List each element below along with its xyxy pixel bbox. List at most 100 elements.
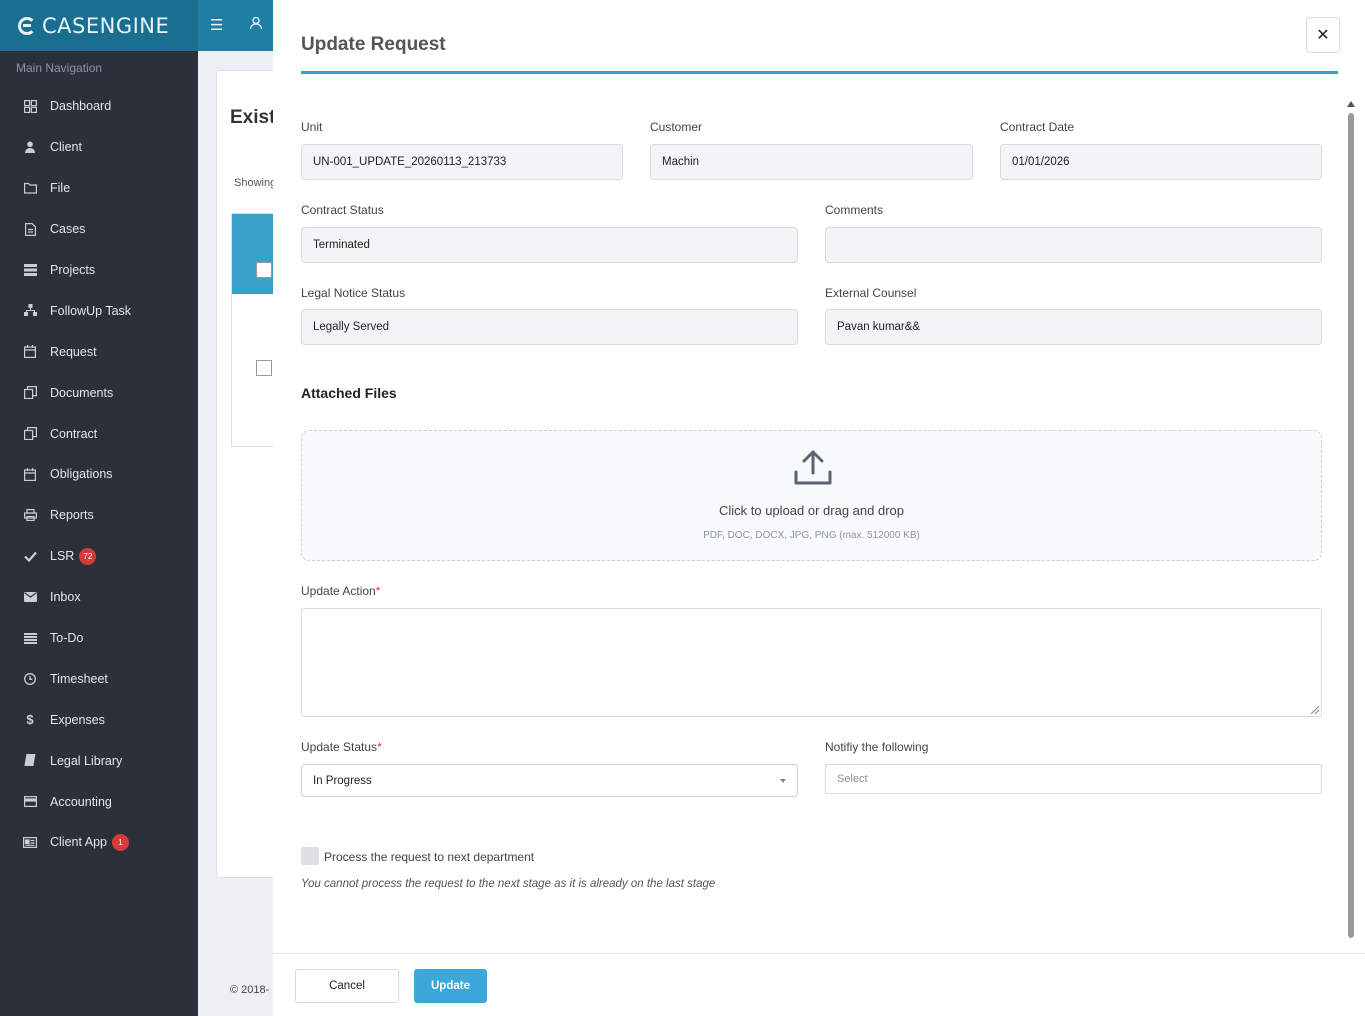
sidebar-item-label: File — [50, 181, 71, 196]
logo-text: CASENGINE — [42, 13, 170, 38]
scroll-up-arrow-icon[interactable] — [1347, 101, 1355, 107]
sitemap-icon — [23, 304, 37, 318]
external-counsel-field[interactable]: Pavan kumar&& — [825, 309, 1322, 345]
footer-copyright: © 2018- — [230, 984, 270, 996]
sidebar-item-label: Accounting — [50, 794, 112, 809]
legal-notice-status-field[interactable]: Legally Served — [301, 309, 798, 345]
process-next-label[interactable]: Process the request to next department — [324, 850, 534, 864]
count-badge: 1 — [111, 833, 129, 851]
document-icon — [23, 222, 37, 236]
sidebar-item-label: Legal Library — [50, 753, 123, 768]
sidebar-item-contract[interactable]: Contract — [0, 413, 198, 454]
credit-card-icon — [23, 795, 37, 809]
user-icon — [23, 140, 37, 154]
sidebar-item-label: FollowUp Task — [50, 303, 132, 318]
file-dropzone[interactable]: Click to upload or drag and drop PDF, DO… — [301, 430, 1322, 561]
sidebar-item-label: Request — [50, 344, 97, 359]
sidebar-item-label: Expenses — [50, 712, 105, 727]
sidebar-item-obligations[interactable]: Obligations — [0, 454, 198, 495]
notify-placeholder: Select — [837, 773, 868, 785]
update-status-value: In Progress — [313, 774, 372, 787]
comments-label: Comments — [825, 203, 884, 217]
notify-select[interactable]: Select — [825, 764, 1322, 794]
select-all-checkbox[interactable] — [256, 262, 272, 278]
row-checkbox[interactable] — [256, 360, 272, 376]
hamburger-menu-icon[interactable]: ☰ — [210, 16, 223, 34]
update-action-label: Update Action* — [301, 584, 381, 598]
upload-icon — [794, 450, 832, 485]
customer-field[interactable]: Machin — [650, 144, 973, 180]
dashboard-icon — [23, 99, 37, 113]
sidebar-item-file[interactable]: File — [0, 168, 198, 209]
sidebar-item-timesheet[interactable]: Timesheet — [0, 658, 198, 699]
customer-label: Customer — [650, 120, 703, 134]
sidebar-item-label: Inbox — [50, 590, 81, 605]
count-badge: 72 — [79, 547, 97, 565]
sidebar-item-label: Documents — [50, 385, 114, 400]
sidebar-item-reports[interactable]: Reports — [0, 495, 198, 536]
last-stage-note: You cannot process the request to the ne… — [301, 878, 716, 890]
sidebar-item-cases[interactable]: Cases — [0, 209, 198, 250]
page-title: Exist — [230, 107, 276, 128]
cancel-button[interactable]: Cancel — [295, 969, 399, 1003]
sidebar-item-label: Client App — [50, 835, 107, 850]
sidebar-item-accounting[interactable]: Accounting — [0, 781, 198, 822]
update-status-label: Update Status* — [301, 740, 382, 754]
legal-notice-status-label: Legal Notice Status — [301, 286, 406, 300]
contract-date-field[interactable]: 01/01/2026 — [1000, 144, 1322, 180]
contract-status-field[interactable]: Terminated — [301, 227, 798, 263]
sidebar-item-client-app[interactable]: Client App 1 — [0, 822, 198, 863]
close-button[interactable]: ✕ — [1306, 17, 1340, 53]
close-icon: ✕ — [1316, 27, 1330, 44]
unit-field[interactable]: UN-001_UPDATE_20260113_213733 — [301, 144, 623, 180]
sidebar-item-client[interactable]: Client — [0, 127, 198, 168]
sidebar-item-request[interactable]: Request — [0, 331, 198, 372]
update-action-textarea[interactable] — [301, 608, 1322, 717]
sidebar: Main Navigation Dashboard Client File Cases… — [0, 51, 198, 1016]
app-logo[interactable]: CASENGINE — [0, 0, 198, 51]
logo-icon — [18, 16, 36, 35]
check-icon — [23, 549, 37, 563]
sidebar-item-followup-task[interactable]: FollowUp Task — [0, 290, 198, 331]
sidebar-item-to-do[interactable]: To-Do — [0, 618, 198, 659]
sidebar-item-label: LSR — [50, 549, 75, 564]
required-marker: * — [375, 584, 381, 598]
update-button[interactable]: Update — [414, 969, 487, 1003]
sidebar-item-label: Reports — [50, 508, 94, 523]
attached-files-title: Attached Files — [301, 385, 397, 401]
external-counsel-label: External Counsel — [825, 286, 917, 300]
unit-label: Unit — [301, 120, 323, 134]
title-divider — [301, 71, 1338, 74]
list-icon — [23, 631, 37, 645]
book-icon — [23, 754, 37, 768]
comments-field[interactable] — [825, 227, 1322, 263]
sidebar-item-legal-library[interactable]: Legal Library — [0, 740, 198, 781]
user-icon[interactable] — [249, 16, 263, 34]
nav-list: Dashboard Client File Cases Projects FollowUp… — [0, 86, 198, 863]
sidebar-item-expenses[interactable]: $ Expenses — [0, 699, 198, 740]
required-marker: * — [377, 740, 382, 754]
sidebar-item-label: Cases — [50, 222, 86, 237]
dropzone-file-types: PDF, DOC, DOCX, JPG, PNG (max. 512000 KB… — [703, 530, 920, 541]
sidebar-item-documents[interactable]: Documents — [0, 372, 198, 413]
process-next-checkbox[interactable] — [301, 847, 319, 865]
sidebar-item-label: Timesheet — [50, 671, 108, 686]
sidebar-item-dashboard[interactable]: Dashboard — [0, 86, 198, 127]
sidebar-item-projects[interactable]: Projects — [0, 250, 198, 291]
dollar-icon: $ — [26, 712, 34, 728]
calendar-icon — [23, 345, 37, 359]
sidebar-item-inbox[interactable]: Inbox — [0, 577, 198, 618]
modal-footer: Cancel Update — [273, 953, 1365, 1016]
chevron-down-icon — [780, 779, 786, 783]
resize-handle-icon[interactable] — [1311, 706, 1319, 714]
update-request-modal: Update Request ✕ Unit UN-001_UPDATE_2026… — [273, 0, 1365, 1016]
scrollbar-thumb[interactable] — [1348, 113, 1354, 938]
sidebar-item-label: Obligations — [50, 467, 113, 482]
sidebar-item-label: Projects — [50, 263, 96, 277]
contract-date-label: Contract Date — [1000, 120, 1075, 134]
folder-icon — [23, 181, 37, 195]
id-card-icon — [23, 835, 37, 849]
update-status-select[interactable]: In Progress — [301, 764, 798, 797]
sidebar-item-lsr[interactable]: LSR 72 — [0, 536, 198, 577]
sidebar-item-label: Client — [50, 140, 82, 155]
